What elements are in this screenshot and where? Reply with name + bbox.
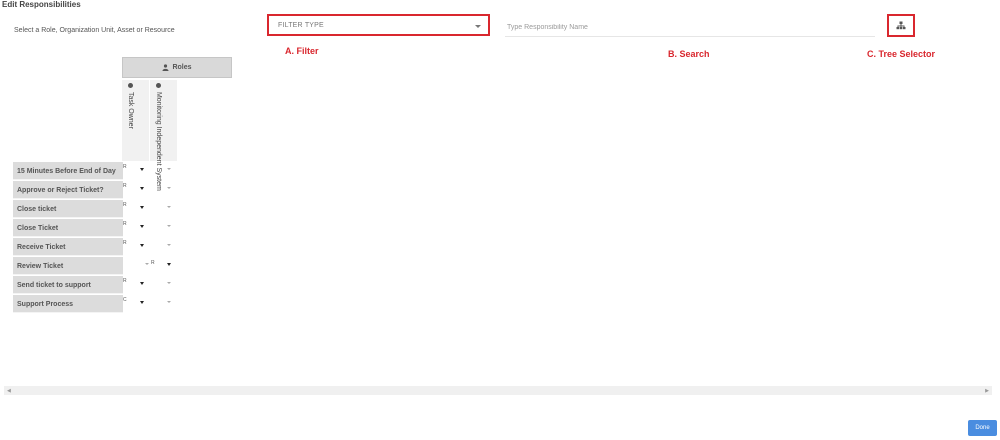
chevron-down-icon: [140, 301, 144, 304]
row-label: Close ticket: [13, 200, 123, 218]
cell-value: R: [123, 221, 127, 227]
row-label: Review Ticket: [13, 257, 123, 275]
responsibility-select[interactable]: [150, 181, 177, 193]
chevron-down-icon: [167, 301, 171, 303]
row-label: Close Ticket: [13, 219, 123, 237]
row-label: Support Process: [13, 295, 123, 313]
cell-value: R: [123, 183, 127, 189]
cell-value: R: [123, 240, 127, 246]
chevron-down-icon: [167, 282, 171, 284]
info-icon: [127, 83, 133, 88]
chevron-down-icon: [475, 25, 481, 28]
responsibility-select[interactable]: [123, 257, 150, 269]
responsibility-select[interactable]: [150, 162, 177, 174]
chevron-down-icon: [167, 244, 171, 246]
responsibility-select[interactable]: R: [150, 257, 177, 269]
chevron-down-icon: [167, 187, 171, 189]
row-label: Approve or Reject Ticket?: [13, 181, 123, 199]
column-header-monitoring-independent-system[interactable]: Monitoring Independent System: [150, 80, 177, 191]
column-header-task-owner[interactable]: Task Owner: [122, 80, 149, 161]
chevron-down-icon: [140, 168, 144, 171]
filter-type-dropdown[interactable]: FILTER TYPE: [267, 14, 490, 36]
responsibility-select[interactable]: [150, 238, 177, 250]
chevron-down-icon: [140, 244, 144, 247]
responsibility-select[interactable]: R: [123, 219, 150, 231]
responsibility-select[interactable]: [150, 200, 177, 212]
chevron-down-icon: [167, 225, 171, 227]
cell-value: C: [123, 297, 127, 303]
responsibility-select[interactable]: R: [123, 276, 150, 288]
roles-label: Roles: [172, 64, 192, 71]
chevron-down-icon: [140, 225, 144, 228]
chevron-down-icon: [167, 263, 171, 266]
row-label: Receive Ticket: [13, 238, 123, 256]
info-icon: [155, 83, 161, 88]
roles-group-header: Roles: [122, 57, 232, 78]
column-label-text: Task Owner: [127, 91, 134, 129]
user-icon: [162, 64, 169, 71]
responsibility-select[interactable]: R: [123, 162, 150, 174]
row-label: Send ticket to support: [13, 276, 123, 294]
done-button[interactable]: Done: [968, 420, 997, 436]
responsibility-select[interactable]: C: [123, 295, 150, 307]
cell-value: R: [123, 278, 127, 284]
responsibility-select[interactable]: [150, 295, 177, 307]
responsibility-select[interactable]: R: [123, 238, 150, 250]
responsibility-select[interactable]: [150, 219, 177, 231]
cell-value: R: [151, 260, 155, 266]
column-label: Monitoring Independent System: [154, 83, 163, 191]
search-annotation: B. Search: [668, 49, 710, 59]
tree-selector-button[interactable]: [887, 14, 915, 37]
chevron-down-icon: [140, 282, 144, 285]
filter-type-label: FILTER TYPE: [278, 22, 324, 29]
page-title: Edit Responsibilities: [2, 0, 81, 9]
scroll-left-icon[interactable]: ◀: [7, 388, 11, 394]
chevron-down-icon: [140, 206, 144, 209]
sitemap-icon: [896, 21, 906, 30]
chevron-down-icon: [167, 168, 171, 170]
filter-annotation: A. Filter: [285, 46, 319, 56]
scroll-right-icon[interactable]: ▶: [985, 388, 989, 394]
horizontal-scrollbar[interactable]: ◀ ▶: [4, 386, 992, 395]
responsibility-search-input[interactable]: [505, 18, 875, 37]
responsibility-select[interactable]: [150, 276, 177, 288]
cell-value: R: [123, 202, 127, 208]
chevron-down-icon: [167, 206, 171, 208]
column-label: Task Owner: [126, 83, 135, 129]
column-label-text: Monitoring Independent System: [155, 91, 162, 191]
chevron-down-icon: [145, 263, 149, 265]
page-subtitle: Select a Role, Organization Unit, Asset …: [14, 27, 175, 34]
responsibility-select[interactable]: R: [123, 200, 150, 212]
responsibility-select[interactable]: R: [123, 181, 150, 193]
tree-selector-annotation: C. Tree Selector: [867, 49, 936, 59]
cell-value: R: [123, 164, 127, 170]
row-label: 15 Minutes Before End of Day: [13, 162, 123, 180]
chevron-down-icon: [140, 187, 144, 190]
